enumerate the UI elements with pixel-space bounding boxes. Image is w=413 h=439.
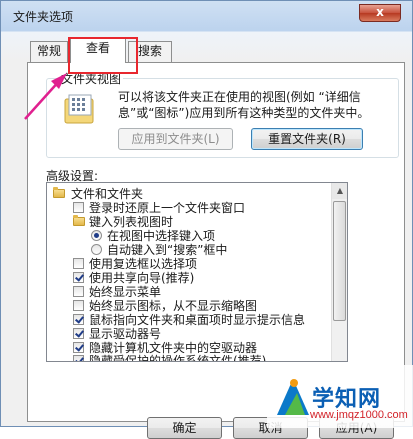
folder-options-dialog: 文件夹选项 x 常规 查看 搜索 文件夹视图 可以将该文件夹正在使用的视图(例如… <box>0 0 413 439</box>
arrow-icon <box>24 73 67 120</box>
